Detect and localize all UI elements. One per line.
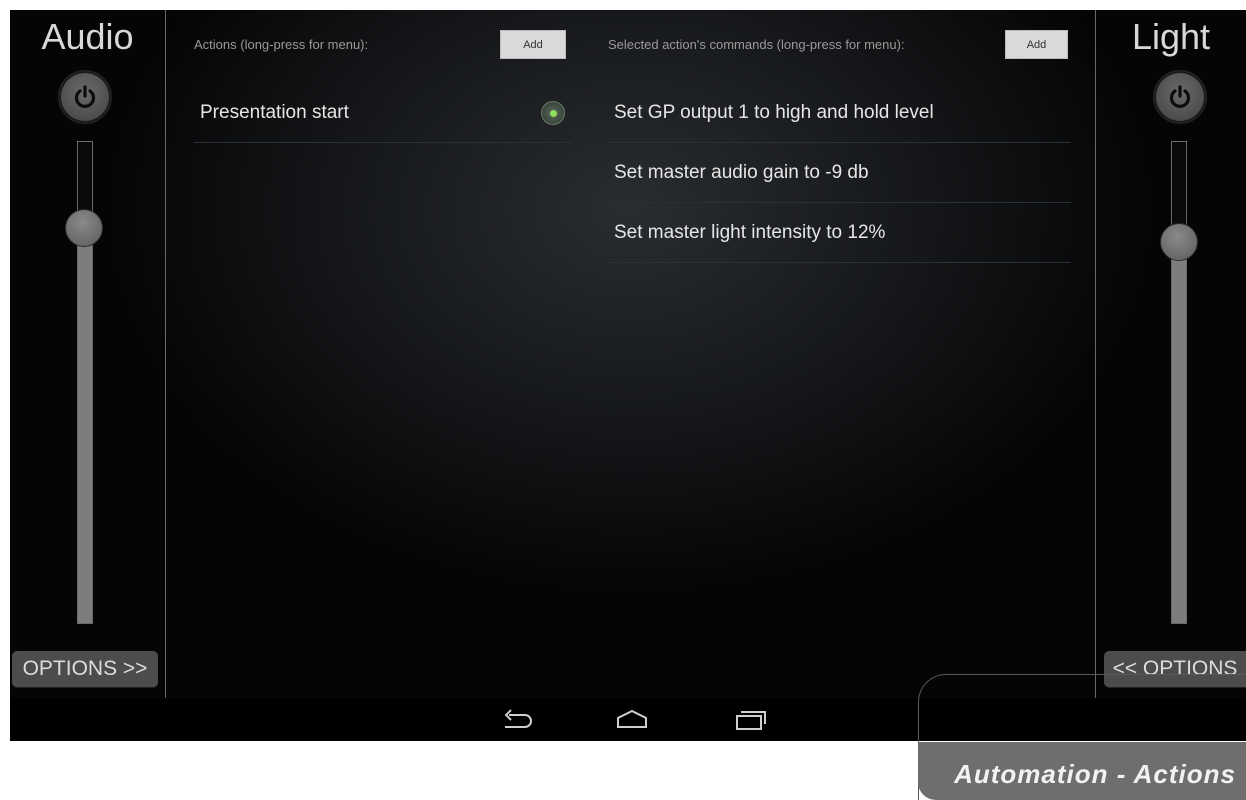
radio-selected-icon[interactable]	[541, 101, 565, 125]
back-icon[interactable]	[499, 708, 535, 732]
tablet-screen: Audio OPTIONS >> Actions (long-press for…	[10, 10, 1246, 741]
audio-level-fill	[78, 227, 92, 623]
commands-header: Selected action's commands (long-press f…	[608, 37, 905, 52]
light-slider-thumb[interactable]	[1160, 223, 1198, 261]
audio-power-button[interactable]	[58, 70, 112, 124]
audio-title: Audio	[41, 16, 134, 57]
power-icon	[74, 85, 96, 108]
light-panel: Light << OPTIONS	[1095, 10, 1246, 698]
add-action-button[interactable]: Add	[500, 30, 566, 59]
add-command-button[interactable]: Add	[1005, 30, 1068, 59]
action-item-label: Presentation start	[200, 102, 349, 123]
audio-panel: Audio OPTIONS >>	[10, 10, 166, 698]
recent-apps-icon[interactable]	[732, 708, 768, 732]
actions-header: Actions (long-press for menu):	[194, 37, 369, 52]
audio-slider-thumb[interactable]	[65, 209, 103, 247]
light-level-fill	[1172, 241, 1186, 623]
light-level-slider[interactable]	[1171, 141, 1187, 624]
audio-options-button[interactable]: OPTIONS >>	[12, 651, 158, 687]
command-item[interactable]: Set master light intensity to 12%	[608, 203, 1071, 263]
light-power-button[interactable]	[1153, 70, 1207, 124]
power-icon	[1169, 85, 1191, 108]
action-item-presentation-start[interactable]: Presentation start	[194, 83, 572, 143]
light-title: Light	[1131, 16, 1211, 57]
command-item[interactable]: Set master audio gain to -9 db	[608, 143, 1071, 203]
home-icon[interactable]	[614, 708, 650, 732]
caption-title: Automation - Actions	[954, 759, 1236, 789]
caption-bar: Automation - Actions	[918, 742, 1246, 800]
command-item[interactable]: Set GP output 1 to high and hold level	[608, 83, 1071, 143]
